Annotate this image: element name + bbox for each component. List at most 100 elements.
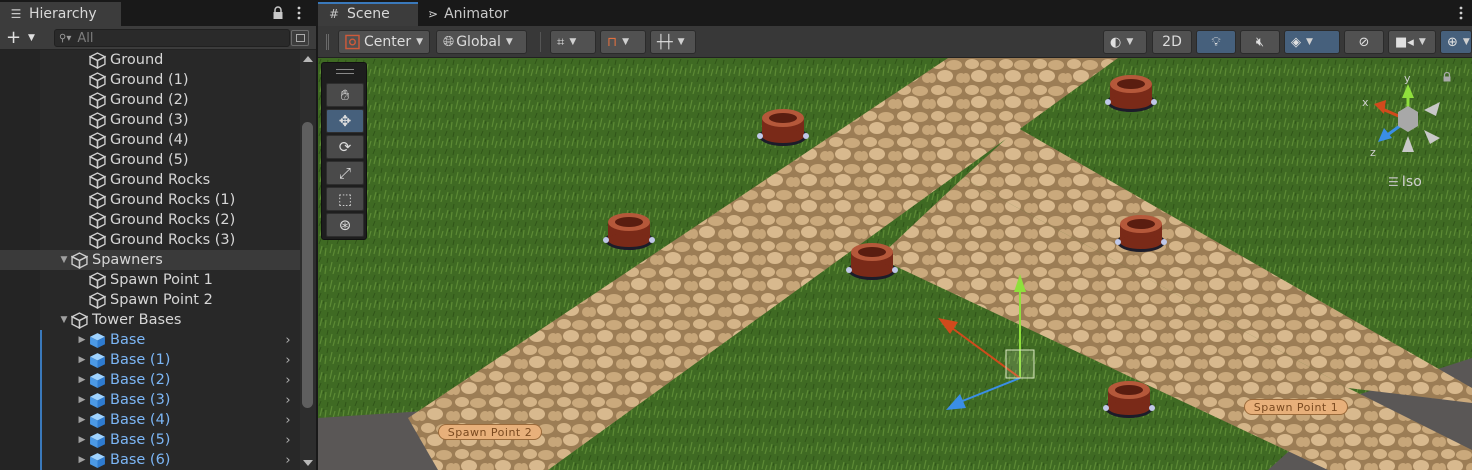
collapse-arrow-icon[interactable]: ▶ xyxy=(76,350,88,370)
open-prefab-arrow-icon[interactable]: › xyxy=(282,430,294,450)
expand-arrow-icon[interactable]: ▼ xyxy=(58,250,70,270)
hierarchy-item[interactable]: ▶ Base (5) › xyxy=(0,430,300,450)
kebab-menu-icon[interactable] xyxy=(296,6,302,20)
hidden-objects-toggle[interactable]: ⊘ xyxy=(1344,30,1384,54)
tab-animator[interactable]: ⋗ Animator xyxy=(428,2,508,26)
audio-toggle-button[interactable]: 🔇︎ xyxy=(1240,30,1280,54)
scrollbar-thumb[interactable] xyxy=(302,122,313,408)
transform-tool-button[interactable]: ⊛ xyxy=(326,213,364,237)
overlay-grip[interactable] xyxy=(336,69,354,74)
hierarchy-item[interactable]: Ground Rocks (1) xyxy=(0,190,300,210)
gizmos-dropdown[interactable]: ⊕ ▼ xyxy=(1440,30,1472,54)
hierarchy-item[interactable]: Spawn Point 1 xyxy=(0,270,300,290)
spawn-point-2-label[interactable]: Spawn Point 2 xyxy=(438,424,542,440)
hierarchy-item[interactable]: Ground Rocks (3) xyxy=(0,230,300,250)
expand-arrow-icon[interactable]: ▼ xyxy=(58,310,70,330)
cube-icon xyxy=(70,311,88,329)
pivot-rotation-dropdown[interactable]: 🌐︎ Global ▼ xyxy=(436,30,527,54)
open-prefab-arrow-icon[interactable]: › xyxy=(282,370,294,390)
hierarchy-item[interactable]: Ground (3) xyxy=(0,110,300,130)
hierarchy-item[interactable]: ▼ Tower Bases xyxy=(0,310,300,330)
tower-base[interactable] xyxy=(845,236,899,282)
open-prefab-arrow-icon[interactable]: › xyxy=(282,330,294,350)
hierarchy-item[interactable]: Ground Rocks xyxy=(0,170,300,190)
cube-icon xyxy=(88,151,106,169)
hierarchy-item-label: Ground Rocks xyxy=(110,172,211,188)
spawn-point-1-label[interactable]: Spawn Point 1 xyxy=(1244,399,1348,415)
chevron-down-icon: ▼ xyxy=(28,33,35,43)
pivot-mode-dropdown[interactable]: Center ▼ xyxy=(338,30,430,54)
search-in-scene-icon[interactable] xyxy=(291,30,309,46)
collapse-arrow-icon[interactable]: ▶ xyxy=(76,410,88,430)
hierarchy-item[interactable]: ▶ Base (3) › xyxy=(0,390,300,410)
collapse-arrow-icon[interactable]: ▶ xyxy=(76,370,88,390)
search-icon: ⚲▾ xyxy=(59,32,72,44)
kebab-menu-icon[interactable] xyxy=(1458,6,1464,20)
tab-hierarchy[interactable]: ☰ Hierarchy xyxy=(0,2,121,26)
hierarchy-scrollbar[interactable] xyxy=(300,50,316,470)
open-prefab-arrow-icon[interactable]: › xyxy=(282,410,294,430)
move-tool-button[interactable]: ✥ xyxy=(326,109,364,133)
chevron-down-icon: ▼ xyxy=(677,37,685,47)
incremental-snapping-button[interactable]: ⊓ ▼ xyxy=(600,30,646,54)
hierarchy-item-label: Base (5) xyxy=(110,432,171,448)
hierarchy-item-label: Ground (3) xyxy=(110,112,189,128)
animator-icon: ⋗ xyxy=(428,7,439,21)
hierarchy-item-label: Ground (5) xyxy=(110,152,189,168)
scroll-up-icon[interactable] xyxy=(303,56,313,62)
scale-tool-button[interactable]: ⤢ xyxy=(326,161,364,185)
effects-dropdown[interactable]: ◈ ▼ xyxy=(1284,30,1340,54)
tower-base[interactable] xyxy=(1104,68,1158,114)
orientation-gizmo[interactable]: y x z xyxy=(1360,72,1450,172)
hierarchy-item[interactable]: ▼ Spawners xyxy=(0,250,300,270)
tower-base[interactable] xyxy=(1102,374,1156,420)
tower-base[interactable] xyxy=(602,206,656,252)
hierarchy-item[interactable]: ▶ Base (6) › xyxy=(0,450,300,470)
create-button[interactable]: + ▼ xyxy=(6,28,42,48)
hierarchy-item-label: Ground xyxy=(110,52,164,68)
hierarchy-item[interactable]: Ground (2) xyxy=(0,90,300,110)
hierarchy-item[interactable]: ▶ Base › xyxy=(0,330,300,350)
open-prefab-arrow-icon[interactable]: › xyxy=(282,350,294,370)
hierarchy-search-input[interactable]: ⚲▾ All xyxy=(54,29,290,47)
grid-visibility-button[interactable]: ┼┼ ▼ xyxy=(650,30,696,54)
lighting-toggle-button[interactable]: 💡︎ xyxy=(1196,30,1236,54)
tower-base[interactable] xyxy=(1114,208,1168,254)
hierarchy-item[interactable]: Ground xyxy=(0,50,300,70)
hierarchy-item[interactable]: ▶ Base (1) › xyxy=(0,350,300,370)
tab-scene[interactable]: # Scene xyxy=(318,2,418,26)
scroll-down-icon[interactable] xyxy=(303,460,313,466)
grid-snapping-button[interactable]: ⌗ ▼ xyxy=(550,30,596,54)
scene-panel: # Scene ⋗ Animator Center ▼ 🌐︎ Global ▼ … xyxy=(318,0,1472,470)
tower-base[interactable] xyxy=(756,102,810,148)
hierarchy-item[interactable]: ▶ Base (2) › xyxy=(0,370,300,390)
draw-mode-dropdown[interactable]: ◐ ▼ xyxy=(1103,30,1147,54)
scene-viewport[interactable]: Spawn Point 2 Spawn Point 1 ✋︎ ✥ ⟳ ⤢ ⬚ ⊛… xyxy=(318,58,1472,470)
view-tool-button[interactable]: ✋︎ xyxy=(326,83,364,107)
open-prefab-arrow-icon[interactable]: › xyxy=(282,390,294,410)
move-tool-gizmo[interactable] xyxy=(930,268,1050,418)
hierarchy-item[interactable]: Ground (5) xyxy=(0,150,300,170)
projection-toggle[interactable]: ☰ Iso xyxy=(1388,174,1422,190)
hierarchy-item-label: Base xyxy=(110,332,146,348)
gizmo-lock-icon[interactable] xyxy=(1442,72,1452,82)
hierarchy-item[interactable]: Spawn Point 2 xyxy=(0,290,300,310)
collapse-arrow-icon[interactable]: ▶ xyxy=(76,430,88,450)
hierarchy-item[interactable]: Ground (4) xyxy=(0,130,300,150)
hierarchy-item[interactable]: ▶ Base (4) › xyxy=(0,410,300,430)
hierarchy-item-label: Base (6) xyxy=(110,452,171,468)
gizmo-y-label: y xyxy=(1404,72,1411,85)
rect-tool-button[interactable]: ⬚ xyxy=(326,187,364,211)
collapse-arrow-icon[interactable]: ▶ xyxy=(76,330,88,350)
rotate-tool-button[interactable]: ⟳ xyxy=(326,135,364,159)
toggle-2d-button[interactable]: 2D xyxy=(1152,30,1192,54)
hierarchy-item[interactable]: Ground Rocks (2) xyxy=(0,210,300,230)
toolbar-grip[interactable] xyxy=(326,34,329,50)
collapse-arrow-icon[interactable]: ▶ xyxy=(76,450,88,470)
lock-icon[interactable] xyxy=(272,6,284,20)
hierarchy-item[interactable]: Ground (1) xyxy=(0,70,300,90)
collapse-arrow-icon[interactable]: ▶ xyxy=(76,390,88,410)
open-prefab-arrow-icon[interactable]: › xyxy=(282,450,294,470)
camera-settings-dropdown[interactable]: ■◂ ▼ xyxy=(1388,30,1436,54)
